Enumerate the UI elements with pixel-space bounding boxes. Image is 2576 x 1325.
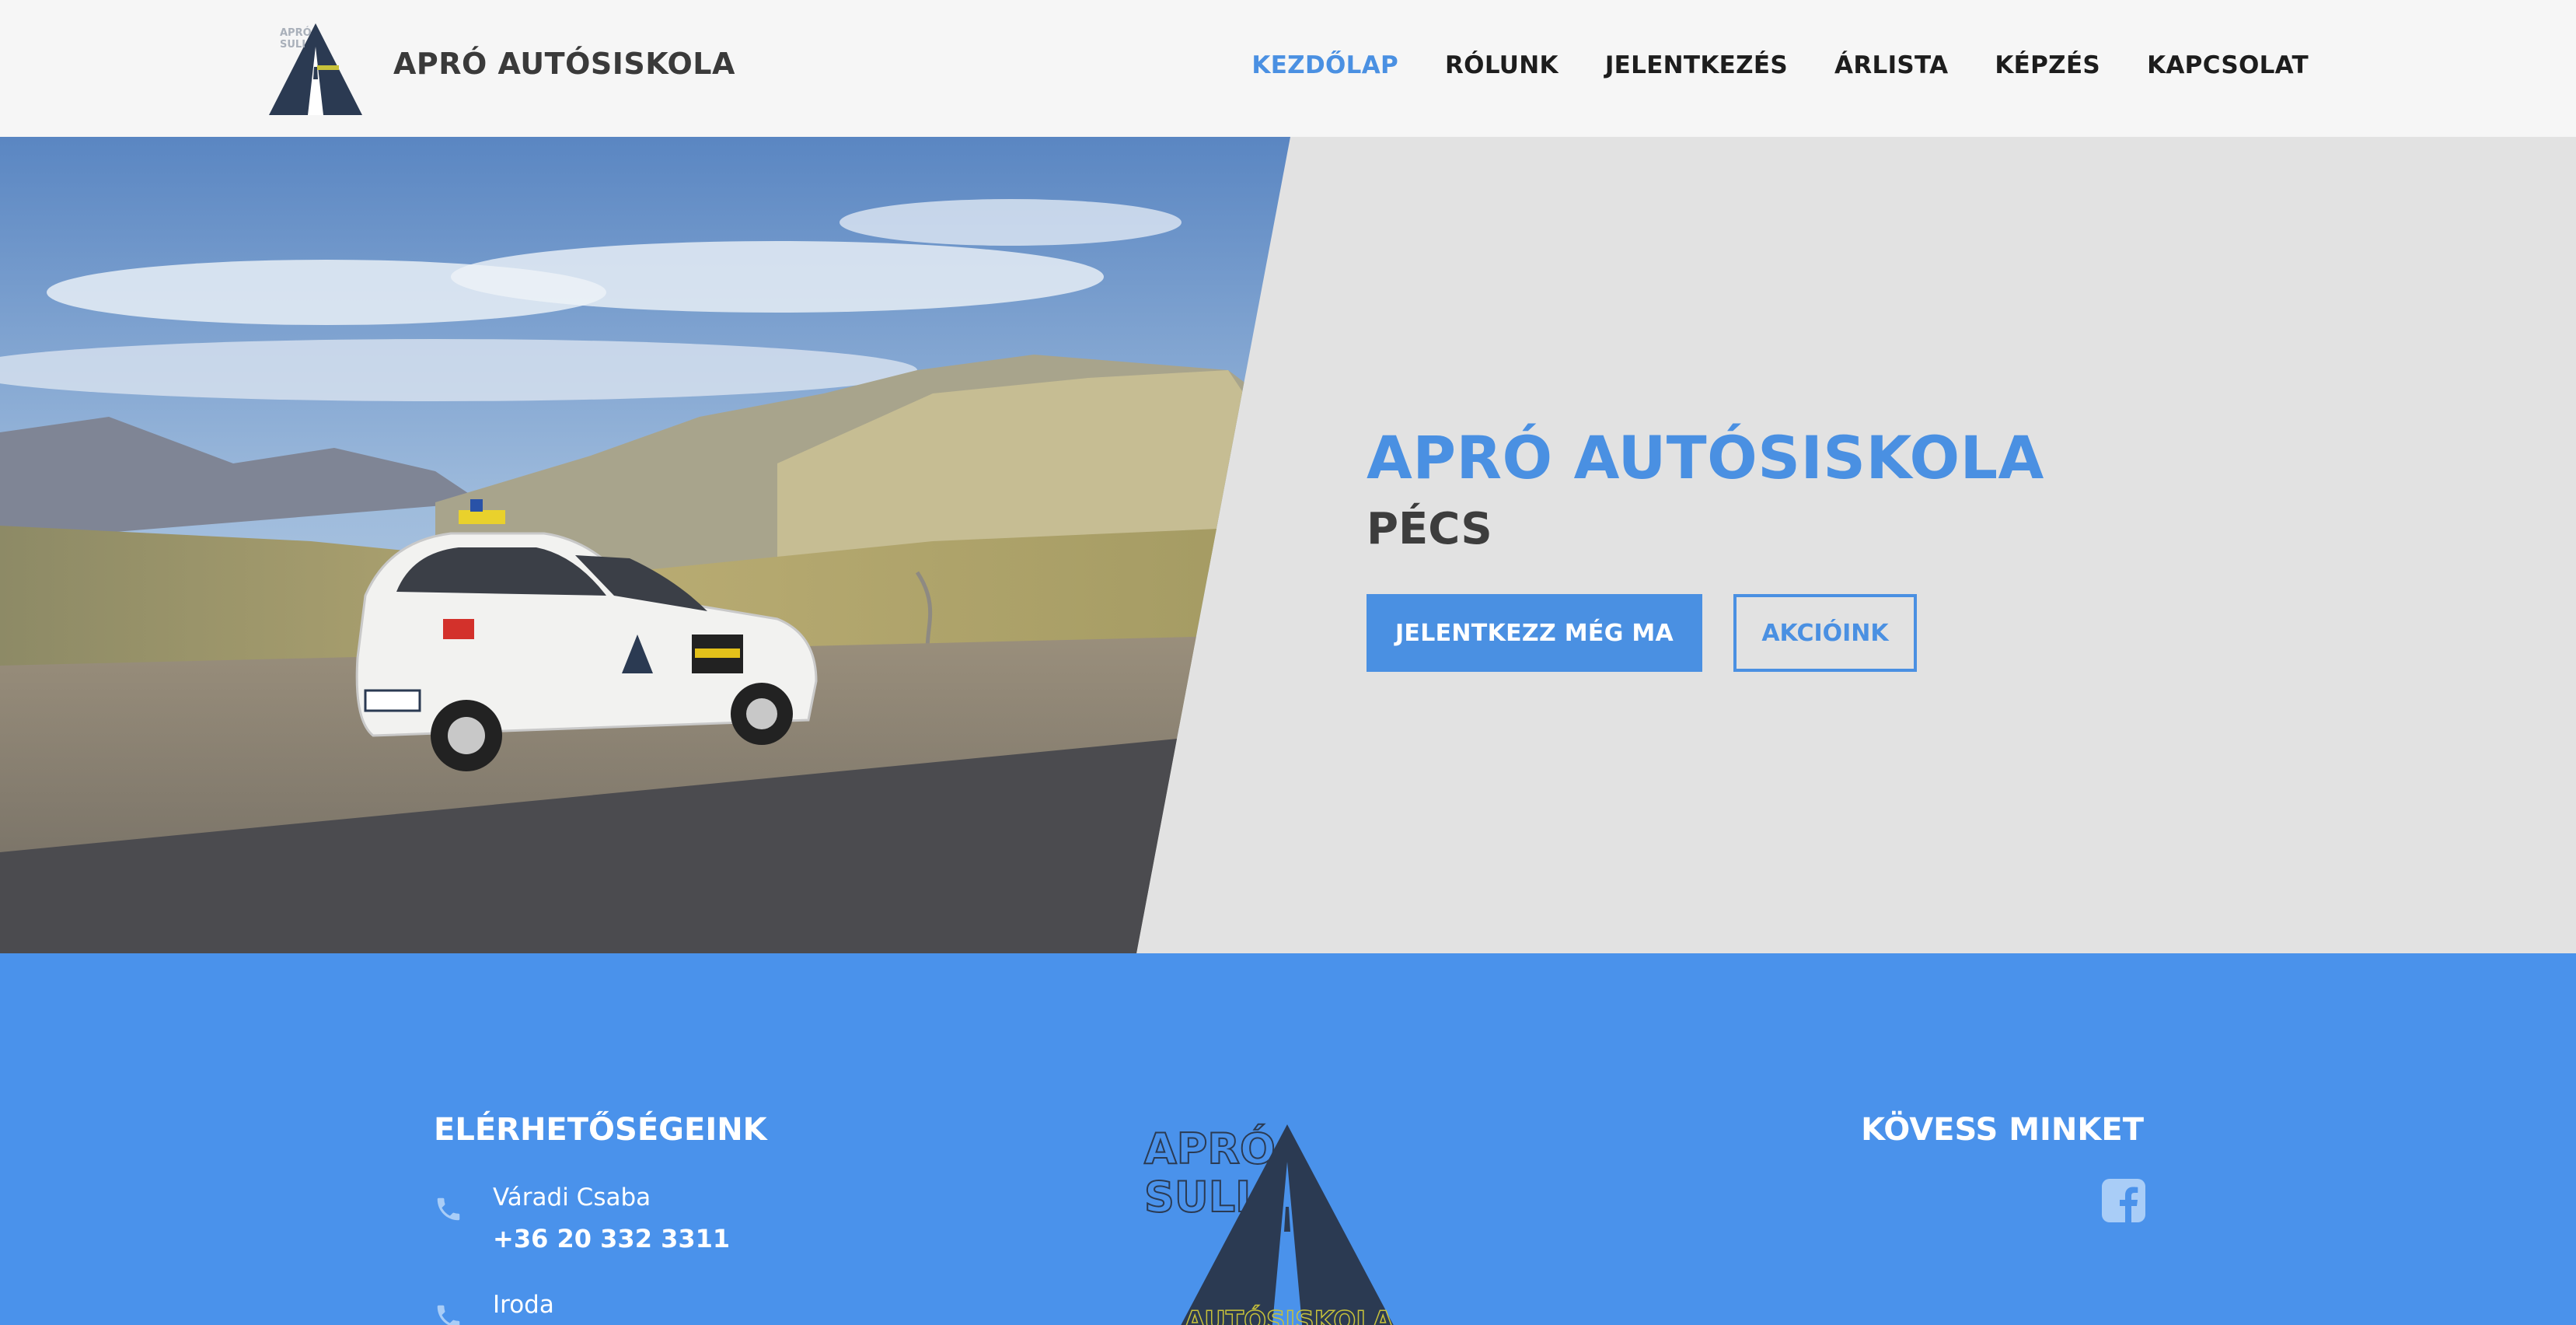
svg-text:APRÓ: APRÓ	[1144, 1124, 1276, 1173]
nav-item-jelentkezes[interactable]: JELENTKEZÉS	[1605, 51, 1788, 79]
contact-name: Váradi Csaba	[493, 1183, 651, 1211]
phone-icon	[434, 1302, 463, 1325]
svg-text:SULI: SULI	[1144, 1173, 1251, 1222]
nav-item-arlista[interactable]: ÁRLISTA	[1834, 51, 1948, 79]
hero-photo	[0, 137, 1290, 953]
contact-name: Iroda	[493, 1291, 554, 1319]
nav-item-rolunk[interactable]: RÓLUNK	[1445, 51, 1559, 79]
svg-text:AUTÓSISKOLA: AUTÓSISKOLA	[1185, 1305, 1394, 1325]
road-logo-icon: APRÓ SULI	[269, 23, 362, 115]
phone-icon	[434, 1194, 463, 1224]
main-nav: KEZDŐLAP RÓLUNK JELENTKEZÉS ÁRLISTA KÉPZ…	[1251, 51, 2309, 79]
brand-name[interactable]: APRÓ AUTÓSISKOLA	[393, 47, 735, 81]
contact-phone[interactable]: +36 20 332 3311	[493, 1224, 730, 1253]
site-header: APRÓ SULI APRÓ AUTÓSISKOLA KEZDŐLAP RÓLU…	[0, 0, 2576, 137]
signup-button[interactable]: JELENTKEZZ MÉG MA	[1367, 594, 1702, 672]
nav-item-kapcsolat[interactable]: KAPCSOLAT	[2147, 51, 2309, 79]
svg-text:APRÓ: APRÓ	[280, 26, 312, 39]
follow-heading: KÖVESS MINKET	[1861, 1112, 2144, 1148]
nav-item-kepzes[interactable]: KÉPZÉS	[1995, 51, 2100, 79]
brand-logo[interactable]: APRÓ SULI	[269, 23, 362, 115]
svg-text:SULI: SULI	[280, 39, 305, 51]
hero-subtitle: PÉCS	[1367, 504, 1492, 554]
site-footer: ELÉRHETŐSÉGEINK Váradi Csaba +36 20 332 …	[0, 953, 2576, 1325]
nav-item-kezdolap[interactable]: KEZDŐLAP	[1251, 51, 1398, 79]
footer-logo-icon: APRÓ SULI AUTÓSISKOLA	[1143, 1124, 1394, 1325]
hero-title: APRÓ AUTÓSISKOLA	[1367, 423, 2044, 492]
facebook-icon[interactable]	[2102, 1179, 2145, 1222]
hero-section: APRÓ AUTÓSISKOLA PÉCS JELENTKEZZ MÉG MA …	[0, 137, 2576, 953]
contact-heading: ELÉRHETŐSÉGEINK	[434, 1112, 767, 1148]
offers-button[interactable]: AKCIÓINK	[1733, 594, 1917, 672]
